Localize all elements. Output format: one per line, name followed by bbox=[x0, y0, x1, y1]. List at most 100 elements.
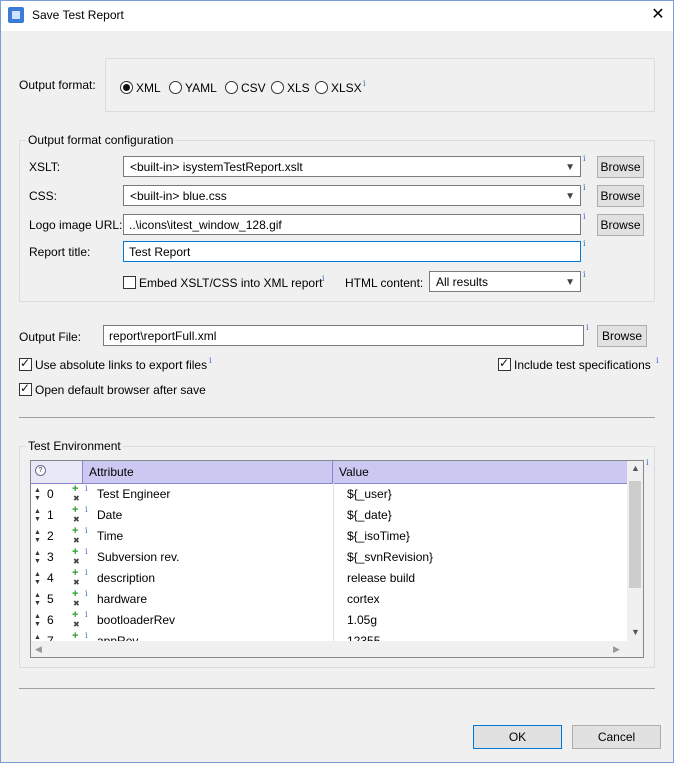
info-icon[interactable]: i bbox=[85, 505, 88, 514]
chevron-up-icon[interactable]: ▲ bbox=[34, 592, 41, 599]
chevron-up-icon[interactable]: ▲ bbox=[34, 550, 41, 557]
logo-browse-button[interactable]: Browse bbox=[597, 214, 644, 236]
delete-row-icon[interactable]: ✖ bbox=[73, 599, 80, 608]
chevron-down-icon[interactable]: ▼ bbox=[34, 516, 41, 523]
header-value[interactable]: Value bbox=[333, 461, 627, 483]
table-row[interactable]: ▲ ▼ 2 + ✖ i Time ${_isoTime} bbox=[31, 525, 629, 547]
cell-value[interactable]: ${_user} bbox=[341, 484, 627, 505]
cell-value[interactable]: ${_svnRevision} bbox=[341, 547, 627, 568]
xslt-value: <built-in> isystemTestReport.xslt bbox=[130, 160, 303, 174]
close-icon[interactable]: ✕ bbox=[648, 4, 668, 26]
xslt-label: XSLT: bbox=[29, 160, 61, 174]
chevron-down-icon[interactable]: ▼ bbox=[631, 627, 640, 637]
delete-row-icon[interactable]: ✖ bbox=[73, 557, 80, 566]
info-icon[interactable]: i bbox=[85, 526, 88, 535]
radio-xlsx[interactable] bbox=[315, 81, 328, 94]
cell-attribute[interactable]: Test Engineer bbox=[91, 484, 333, 505]
delete-row-icon[interactable]: ✖ bbox=[73, 620, 80, 629]
info-icon[interactable]: i bbox=[85, 484, 88, 493]
info-icon[interactable]: i bbox=[583, 183, 586, 192]
info-icon[interactable]: i bbox=[322, 274, 325, 283]
chevron-up-icon[interactable]: ▲ bbox=[34, 508, 41, 515]
chevron-up-icon[interactable]: ▲ bbox=[34, 634, 41, 641]
logo-url-input[interactable]: ..\icons\itest_window_128.gif bbox=[123, 214, 581, 235]
delete-row-icon[interactable]: ✖ bbox=[73, 494, 80, 503]
table-row[interactable]: ▲ ▼ 1 + ✖ i Date ${_date} bbox=[31, 504, 629, 526]
ok-button[interactable]: OK bbox=[473, 725, 562, 749]
chevron-up-icon[interactable]: ▲ bbox=[34, 487, 41, 494]
css-combo[interactable]: <built-in> blue.css ▼ bbox=[123, 185, 581, 206]
cell-attribute[interactable]: Time bbox=[91, 526, 333, 547]
info-icon[interactable]: i bbox=[85, 568, 88, 577]
chevron-down-icon[interactable]: ▼ bbox=[34, 579, 41, 586]
output-file-browse-button[interactable]: Browse bbox=[597, 325, 647, 347]
info-icon[interactable]: i bbox=[646, 458, 649, 467]
test-env-table[interactable]: ? Attribute Value ▲ ▼ 0 + ✖ i Test Engineer ${_… bbox=[30, 460, 644, 658]
cell-attribute[interactable]: description bbox=[91, 568, 333, 589]
cell-attribute[interactable]: bootloaderRev bbox=[91, 610, 333, 631]
info-icon[interactable]: i bbox=[85, 589, 88, 598]
radio-xls[interactable] bbox=[271, 81, 284, 94]
info-icon[interactable]: i bbox=[209, 356, 212, 365]
help-icon[interactable]: ? bbox=[35, 465, 46, 476]
table-row[interactable]: ▲ ▼ 5 + ✖ i hardware cortex bbox=[31, 588, 629, 610]
horizontal-scrollbar[interactable]: ◀ ▶ bbox=[31, 641, 627, 657]
chevron-down-icon[interactable]: ▼ bbox=[34, 537, 41, 544]
info-icon[interactable]: i bbox=[656, 356, 659, 365]
info-icon[interactable]: i bbox=[583, 270, 586, 279]
scrollbar-thumb[interactable] bbox=[629, 481, 641, 588]
radio-xls-label: XLS bbox=[287, 81, 310, 95]
delete-row-icon[interactable]: ✖ bbox=[73, 578, 80, 587]
report-title-input[interactable]: Test Report bbox=[123, 241, 581, 262]
info-icon[interactable]: i bbox=[85, 547, 88, 556]
chevron-down-icon[interactable]: ▼ bbox=[34, 621, 41, 628]
chevron-left-icon[interactable]: ◀ bbox=[35, 644, 42, 655]
info-icon[interactable]: i bbox=[85, 610, 88, 619]
radio-yaml[interactable] bbox=[169, 81, 182, 94]
chevron-up-icon[interactable]: ▲ bbox=[631, 463, 640, 473]
radio-xml[interactable] bbox=[120, 81, 133, 94]
cell-value[interactable]: ${_isoTime} bbox=[341, 526, 627, 547]
header-attribute[interactable]: Attribute bbox=[83, 461, 333, 483]
cell-attribute[interactable]: Subversion rev. bbox=[91, 547, 333, 568]
info-icon[interactable]: i bbox=[583, 239, 586, 248]
cell-value[interactable]: cortex bbox=[341, 589, 627, 610]
include-specs-checkbox[interactable] bbox=[498, 356, 511, 371]
info-icon[interactable]: i bbox=[85, 631, 88, 640]
chevron-down-icon[interactable]: ▼ bbox=[34, 495, 41, 502]
chevron-down-icon[interactable]: ▼ bbox=[34, 558, 41, 565]
embed-checkbox[interactable] bbox=[123, 276, 136, 289]
cell-value[interactable]: release build bbox=[341, 568, 627, 589]
info-icon[interactable]: i bbox=[583, 212, 586, 221]
table-row[interactable]: ▲ ▼ 3 + ✖ i Subversion rev. ${_svnRevision} bbox=[31, 546, 629, 568]
chevron-right-icon[interactable]: ▶ bbox=[613, 644, 620, 655]
cell-attribute[interactable]: hardware bbox=[91, 589, 333, 610]
table-row[interactable]: ▲ ▼ 4 + ✖ i description release build bbox=[31, 567, 629, 589]
vertical-scrollbar[interactable]: ▲ ▼ bbox=[627, 461, 643, 641]
output-file-input[interactable]: report\reportFull.xml bbox=[103, 325, 584, 346]
cell-attribute[interactable]: Date bbox=[91, 505, 333, 526]
cell-value[interactable]: 1.05g bbox=[341, 610, 627, 631]
open-browser-checkbox[interactable] bbox=[19, 381, 32, 396]
cell-value[interactable]: ${_date} bbox=[341, 505, 627, 526]
abs-links-checkbox[interactable] bbox=[19, 356, 32, 371]
css-browse-button[interactable]: Browse bbox=[597, 185, 644, 207]
info-icon[interactable]: i bbox=[583, 154, 586, 163]
delete-row-icon[interactable]: ✖ bbox=[73, 536, 80, 545]
cancel-button[interactable]: Cancel bbox=[572, 725, 661, 749]
html-content-combo[interactable]: All results ▼ bbox=[429, 271, 581, 292]
chevron-up-icon[interactable]: ▲ bbox=[34, 613, 41, 620]
table-row[interactable]: ▲ ▼ 6 + ✖ i bootloaderRev 1.05g bbox=[31, 609, 629, 631]
title-bar[interactable]: Save Test Report ✕ bbox=[0, 0, 674, 31]
radio-csv[interactable] bbox=[225, 81, 238, 94]
chevron-down-icon: ▼ bbox=[565, 277, 575, 288]
chevron-up-icon[interactable]: ▲ bbox=[34, 571, 41, 578]
xslt-browse-button[interactable]: Browse bbox=[597, 156, 644, 178]
chevron-up-icon[interactable]: ▲ bbox=[34, 529, 41, 536]
xslt-combo[interactable]: <built-in> isystemTestReport.xslt ▼ bbox=[123, 156, 581, 177]
info-icon[interactable]: i bbox=[363, 79, 366, 88]
delete-row-icon[interactable]: ✖ bbox=[73, 515, 80, 524]
table-row[interactable]: ▲ ▼ 0 + ✖ i Test Engineer ${_user} bbox=[31, 483, 629, 505]
info-icon[interactable]: i bbox=[586, 323, 589, 332]
chevron-down-icon[interactable]: ▼ bbox=[34, 600, 41, 607]
